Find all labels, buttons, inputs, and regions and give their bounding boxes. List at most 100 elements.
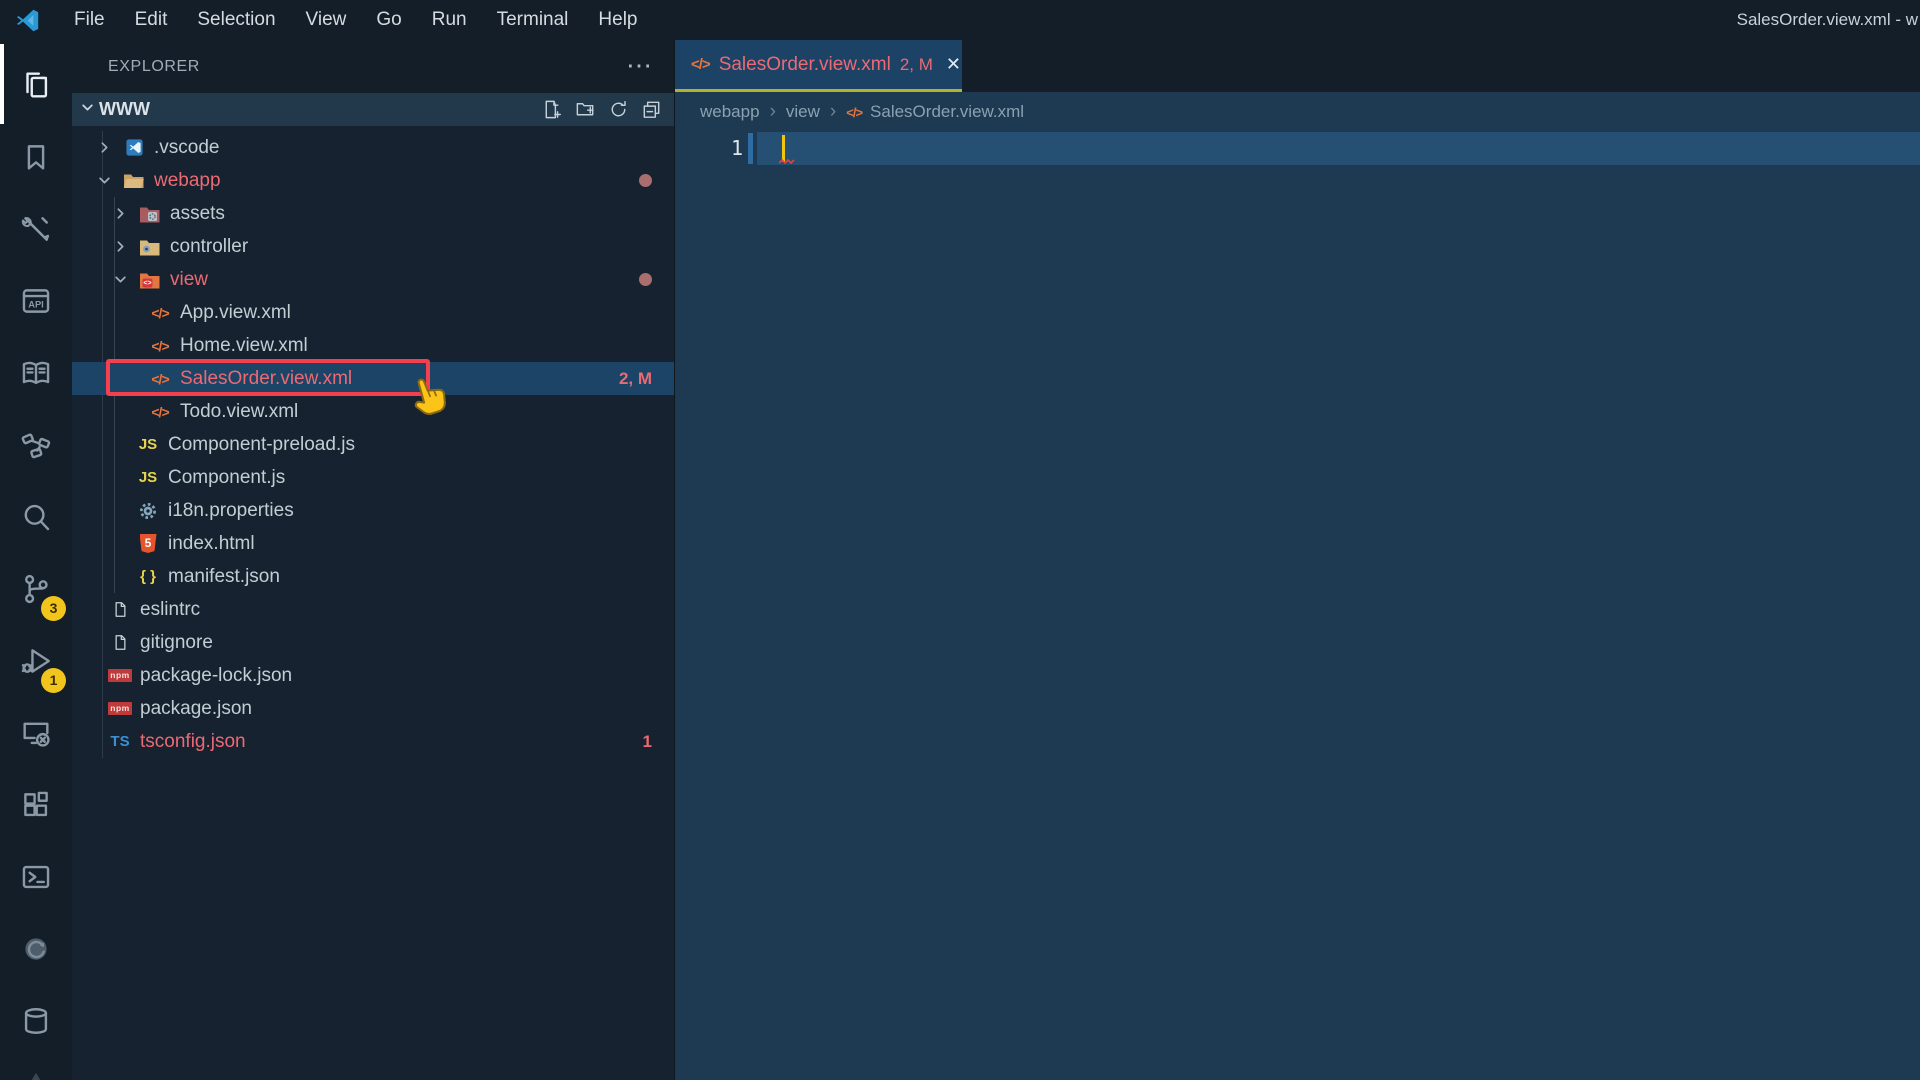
tree-item-todo-view-xml[interactable]: </> Todo.view.xml [72, 395, 674, 428]
menu-run[interactable]: Run [417, 0, 482, 40]
tree-item-label: index.html [168, 533, 255, 555]
tree-item-webapp[interactable]: webapp [72, 164, 674, 197]
activity-more-partial[interactable] [0, 1057, 72, 1080]
tree-item-vscode[interactable]: .vscode [72, 131, 674, 164]
menu-selection[interactable]: Selection [182, 0, 290, 40]
editor-content[interactable]: 1 [675, 132, 1920, 1080]
breadcrumb-item-webapp[interactable]: webapp [700, 102, 760, 122]
new-folder-button[interactable] [572, 97, 598, 123]
section-title: WWW [99, 99, 150, 120]
titlebar: File Edit Selection View Go Run Terminal… [0, 0, 1920, 40]
menu-help[interactable]: Help [583, 0, 652, 40]
tree-item-app-view-xml[interactable]: </> App.view.xml [72, 296, 674, 329]
npm-icon: npm [108, 697, 132, 721]
activity-search[interactable] [0, 481, 72, 553]
close-icon[interactable]: ✕ [946, 54, 961, 75]
view-folder-icon: <> [138, 268, 162, 292]
activity-bar: API 3 [0, 40, 72, 1080]
tab-bar: </> SalesOrder.view.xml 2, M ✕ [675, 40, 1920, 92]
tree-item-label: i18n.properties [168, 500, 294, 522]
activity-api-client[interactable]: API [0, 265, 72, 337]
breadcrumb-separator: › [770, 101, 776, 123]
tree-item-label: Home.view.xml [180, 335, 308, 357]
modified-dot [639, 174, 652, 187]
annotation-rectangle [106, 359, 430, 396]
xml-icon: </> [148, 301, 172, 325]
wrench-pencil-icon [19, 212, 53, 246]
breadcrumb-item-view[interactable]: view [786, 102, 820, 122]
tree-item-eslintrc[interactable]: eslintrc [72, 593, 674, 626]
tree-item-package-json[interactable]: npm package.json [72, 692, 674, 725]
activity-docs[interactable] [0, 337, 72, 409]
tab-label: SalesOrder.view.xml [719, 54, 891, 76]
files-icon [19, 68, 53, 102]
activity-tools[interactable] [0, 193, 72, 265]
tree-item-view[interactable]: <> view [72, 263, 674, 296]
menu-terminal[interactable]: Terminal [482, 0, 584, 40]
tree-item-component-preload-js[interactable]: JS Component-preload.js [72, 428, 674, 461]
tree-item-label: Component.js [168, 467, 285, 489]
section-www[interactable]: WWW [72, 93, 674, 126]
text-cursor [782, 135, 785, 162]
menubar: File Edit Selection View Go Run Terminal… [59, 0, 653, 40]
activity-bookmarks[interactable] [0, 121, 72, 193]
new-file-icon [541, 98, 564, 121]
activity-run-debug[interactable]: 1 [0, 625, 72, 697]
tree-item-i18n-properties[interactable]: i18n.properties [72, 494, 674, 527]
activity-terminal[interactable] [0, 841, 72, 913]
tree-item-gitignore[interactable]: gitignore [72, 626, 674, 659]
api-icon: API [19, 284, 53, 318]
breadcrumb: webapp › view › </> SalesOrder.view.xml [675, 92, 1920, 132]
tree-item-component-js[interactable]: JS Component.js [72, 461, 674, 494]
line-number: 1 [675, 132, 743, 165]
xml-icon: </> [148, 334, 172, 358]
menu-view[interactable]: View [291, 0, 362, 40]
menu-edit[interactable]: Edit [120, 0, 183, 40]
search-icon [19, 500, 53, 534]
menu-file[interactable]: File [59, 0, 120, 40]
breadcrumb-item-file[interactable]: SalesOrder.view.xml [870, 102, 1024, 122]
collapse-all-icon [640, 98, 663, 121]
tree-item-assets[interactable]: assets [72, 197, 674, 230]
menu-go[interactable]: Go [361, 0, 416, 40]
tree-item-label: package-lock.json [140, 665, 292, 687]
explorer-title: EXPLORER [108, 40, 200, 93]
activity-globe[interactable] [0, 913, 72, 985]
bookmark-icon [19, 140, 53, 174]
more-actions-icon[interactable]: ⋯ [626, 40, 652, 90]
file-tree: .vscode webapp ass [72, 131, 674, 758]
tree-item-label: Todo.view.xml [180, 401, 298, 423]
activity-source-control[interactable]: 3 [0, 553, 72, 625]
tree-item-label: tsconfig.json [140, 731, 246, 753]
tab-salesorder-view-xml[interactable]: </> SalesOrder.view.xml 2, M ✕ [675, 40, 962, 92]
explorer-header: EXPLORER ⋯ [72, 40, 674, 93]
tree-item-index-html[interactable]: 5 index.html [72, 527, 674, 560]
vscode-logo [14, 7, 41, 34]
new-file-button[interactable] [539, 97, 565, 123]
refresh-button[interactable] [605, 97, 631, 123]
ts-icon: TS [108, 730, 132, 754]
breadcrumb-separator: › [830, 101, 836, 123]
tree-item-label: assets [170, 203, 225, 225]
problems-badge: 1 [643, 732, 652, 752]
js-icon: JS [136, 433, 160, 457]
tree-item-package-lock-json[interactable]: npm package-lock.json [72, 659, 674, 692]
tree-item-home-view-xml[interactable]: </> Home.view.xml [72, 329, 674, 362]
powershell-icon [19, 860, 53, 894]
tree-item-manifest-json[interactable]: { } manifest.json [72, 560, 674, 593]
xml-icon: </> [691, 56, 710, 73]
tree-item-controller[interactable]: controller [72, 230, 674, 263]
git-modified-gutter [748, 133, 753, 164]
activity-explorer[interactable] [0, 49, 72, 121]
activity-remote-explorer[interactable] [0, 697, 72, 769]
activity-dependencies[interactable] [0, 409, 72, 481]
open-book-icon [19, 356, 53, 390]
activity-extensions[interactable] [0, 769, 72, 841]
vscode-folder-icon [122, 136, 146, 160]
activity-database[interactable] [0, 985, 72, 1057]
tree-item-tsconfig-json[interactable]: TS tsconfig.json 1 [72, 725, 674, 758]
extensions-icon [19, 788, 53, 822]
collapse-all-button[interactable] [638, 97, 664, 123]
modified-dot [639, 273, 652, 286]
xml-icon: </> [148, 400, 172, 424]
